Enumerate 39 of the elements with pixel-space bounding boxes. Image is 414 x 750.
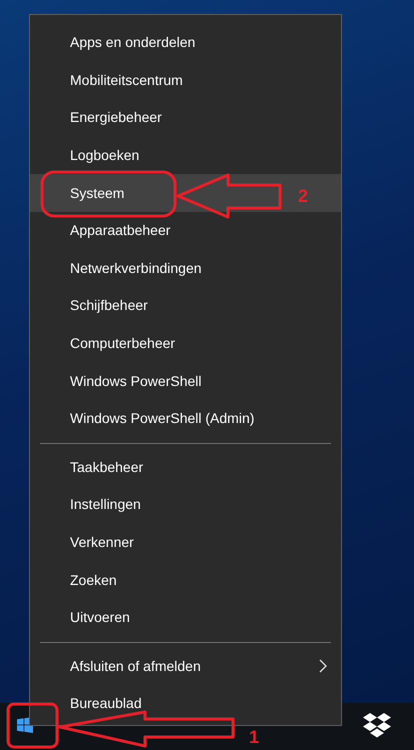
menu-item-label: Energiebeheer xyxy=(70,108,162,128)
menu-item[interactable]: Windows PowerShell xyxy=(30,362,341,400)
menu-item-label: Mobiliteitscentrum xyxy=(70,70,183,90)
menu-item[interactable]: Verkenner xyxy=(30,524,341,562)
menu-item-label: Verkenner xyxy=(70,533,134,552)
menu-item-label: Windows PowerShell (Admin) xyxy=(70,409,254,428)
menu-item[interactable]: Energiebeheer xyxy=(30,99,341,137)
menu-item[interactable]: Logboeken xyxy=(30,136,341,174)
menu-item[interactable]: Windows PowerShell (Admin) xyxy=(30,400,341,438)
menu-item[interactable]: Apps en onderdelen xyxy=(30,24,341,62)
menu-item-label: Bureaublad xyxy=(70,694,142,714)
menu-item[interactable]: Computerbeheer xyxy=(30,324,341,362)
menu-item-label: Zoeken xyxy=(70,570,117,590)
menu-item-label: Logboeken xyxy=(70,146,140,166)
menu-item[interactable]: Afsluiten of afmelden xyxy=(30,648,341,686)
menu-item[interactable]: Netwerkverbindingen xyxy=(30,250,341,288)
menu-item-label: Schijfbeheer xyxy=(70,296,148,316)
menu-item-label: Systeem xyxy=(70,184,124,203)
menu-item[interactable]: Taakbeheer xyxy=(30,448,341,486)
menu-item-label: Apparaatbeheer xyxy=(70,221,170,240)
menu-item[interactable]: Bureaublad xyxy=(30,685,341,723)
menu-item[interactable]: Schijfbeheer xyxy=(30,287,341,325)
dropbox-icon[interactable] xyxy=(362,712,392,740)
highlight-box xyxy=(6,702,58,748)
menu-item-label: Computerbeheer xyxy=(70,334,176,354)
menu-item-label: Netwerkverbindingen xyxy=(70,258,202,278)
menu-item-label: Uitvoeren xyxy=(70,608,130,628)
menu-item[interactable]: Mobiliteitscentrum xyxy=(30,62,341,100)
menu-item-label: Instellingen xyxy=(70,495,141,514)
menu-item[interactable]: Apparaatbeheer xyxy=(30,212,341,250)
menu-item[interactable]: Instellingen xyxy=(30,486,341,524)
menu-item-label: Taakbeheer xyxy=(70,458,144,477)
menu-item[interactable]: Uitvoeren xyxy=(30,598,341,636)
menu-item[interactable]: Zoeken xyxy=(30,561,341,599)
annotation-number: 1 xyxy=(249,727,260,747)
annotation-number: 2 xyxy=(298,186,308,206)
menu-item-label: Afsluiten of afmelden xyxy=(70,656,201,676)
menu-item-label: Apps en onderdelen xyxy=(70,33,196,52)
menu-item-label: Windows PowerShell xyxy=(70,372,202,391)
